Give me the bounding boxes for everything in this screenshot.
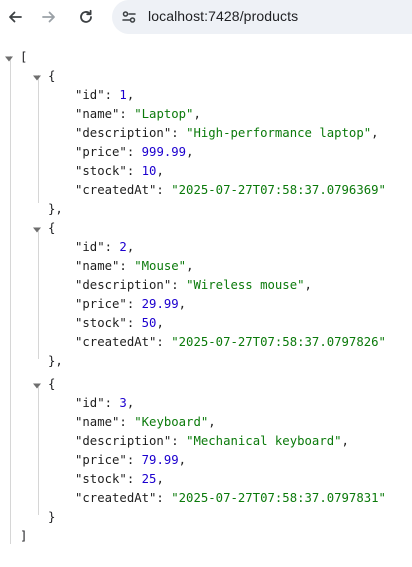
browser-toolbar: localhost:7428/products bbox=[0, 0, 412, 34]
json-row-stock: "stock": 50, bbox=[75, 314, 164, 333]
forward-button[interactable] bbox=[36, 4, 62, 30]
object-close-brace: }, bbox=[48, 354, 63, 368]
key-createdat: "createdAt": bbox=[75, 335, 172, 349]
object-close-brace: }, bbox=[48, 202, 63, 216]
back-button[interactable] bbox=[2, 4, 28, 30]
value-id: 1 bbox=[119, 88, 127, 102]
root-open-bracket: [ bbox=[20, 50, 28, 64]
key-stock: "stock": bbox=[75, 472, 142, 486]
json-row-description: "description": "Wireless mouse", bbox=[75, 276, 312, 295]
key-id: "id": bbox=[75, 240, 120, 254]
json-row-createdat: "createdAt": "2025-07-27T07:58:37.079636… bbox=[75, 181, 386, 200]
value-createdat: "2025-07-27T07:58:37.0797831" bbox=[171, 491, 386, 505]
value-description: "Wireless mouse" bbox=[186, 278, 305, 292]
json-viewer: [ { "id": 1, "name": "Laptop", "descript… bbox=[0, 36, 412, 567]
value-name: "Mouse" bbox=[134, 259, 187, 273]
json-row-id: "id": 1, bbox=[75, 86, 134, 105]
value-id: 2 bbox=[119, 240, 127, 254]
json-row-id: "id": 2, bbox=[75, 238, 134, 257]
object-close-brace: } bbox=[48, 510, 56, 524]
json-row-price: "price": 79.99, bbox=[75, 451, 186, 470]
key-name: "name": bbox=[75, 107, 135, 121]
value-stock: 10 bbox=[141, 164, 157, 178]
collapse-toggle-icon[interactable] bbox=[32, 73, 42, 83]
json-row-createdat: "createdAt": "2025-07-27T07:58:37.079783… bbox=[75, 489, 386, 508]
value-name: "Keyboard" bbox=[134, 415, 209, 429]
arrow-left-icon bbox=[9, 11, 22, 23]
value-name: "Laptop" bbox=[134, 107, 194, 121]
indent-guide bbox=[38, 75, 39, 203]
indent-guide bbox=[10, 56, 11, 544]
arrow-right-icon bbox=[42, 11, 55, 23]
key-id: "id": bbox=[75, 88, 120, 102]
comma: , bbox=[126, 88, 135, 102]
comma: , bbox=[126, 396, 135, 410]
key-price: "price": bbox=[75, 145, 142, 159]
key-createdat: "createdAt": bbox=[75, 491, 172, 505]
json-row-id: "id": 3, bbox=[75, 394, 134, 413]
json-row-stock: "stock": 10, bbox=[75, 162, 164, 181]
comma: , bbox=[156, 164, 164, 178]
key-description: "description": bbox=[75, 434, 187, 448]
value-price: 29.99 bbox=[141, 297, 179, 311]
key-price: "price": bbox=[75, 453, 142, 467]
indent-guide bbox=[38, 231, 39, 359]
json-row-price: "price": 999.99, bbox=[75, 143, 193, 162]
comma: , bbox=[186, 145, 194, 159]
comma: , bbox=[186, 259, 194, 273]
address-bar[interactable]: localhost:7428/products bbox=[112, 0, 412, 34]
key-stock: "stock": bbox=[75, 164, 142, 178]
key-id: "id": bbox=[75, 396, 120, 410]
collapse-toggle-icon[interactable] bbox=[32, 381, 42, 391]
value-price: 79.99 bbox=[141, 453, 179, 467]
comma: , bbox=[178, 453, 187, 467]
reload-button[interactable] bbox=[73, 4, 99, 30]
indent-guide bbox=[38, 387, 39, 515]
value-price: 999.99 bbox=[141, 145, 187, 159]
reload-icon bbox=[80, 9, 92, 23]
key-createdat: "createdAt": bbox=[75, 183, 172, 197]
comma: , bbox=[304, 278, 312, 292]
comma: , bbox=[208, 415, 216, 429]
object-open-brace: { bbox=[48, 221, 56, 235]
value-createdat: "2025-07-27T07:58:37.0797826" bbox=[171, 335, 386, 349]
value-stock: 50 bbox=[141, 316, 157, 330]
comma: , bbox=[178, 297, 187, 311]
json-row-name: "name": "Laptop", bbox=[75, 105, 201, 124]
object-open-brace: { bbox=[48, 377, 56, 391]
json-row-description: "description": "High-performance laptop"… bbox=[75, 124, 379, 143]
comma: , bbox=[341, 434, 349, 448]
value-stock: 25 bbox=[141, 472, 157, 486]
value-createdat: "2025-07-27T07:58:37.0796369" bbox=[171, 183, 386, 197]
json-row-stock: "stock": 25, bbox=[75, 470, 164, 489]
key-stock: "stock": bbox=[75, 316, 142, 330]
json-row-createdat: "createdAt": "2025-07-27T07:58:37.079782… bbox=[75, 333, 386, 352]
comma: , bbox=[156, 472, 164, 486]
value-description: "High-performance laptop" bbox=[186, 126, 372, 140]
value-description: "Mechanical keyboard" bbox=[186, 434, 342, 448]
value-id: 3 bbox=[119, 396, 127, 410]
root-close-bracket: ] bbox=[20, 529, 28, 543]
comma: , bbox=[126, 240, 135, 254]
json-row-description: "description": "Mechanical keyboard", bbox=[75, 432, 349, 451]
url-text[interactable]: localhost:7428/products bbox=[148, 8, 298, 24]
key-price: "price": bbox=[75, 297, 142, 311]
key-description: "description": bbox=[75, 126, 187, 140]
json-row-name: "name": "Keyboard", bbox=[75, 413, 216, 432]
key-name: "name": bbox=[75, 259, 135, 273]
comma: , bbox=[193, 107, 201, 121]
comma: , bbox=[156, 316, 164, 330]
json-row-name: "name": "Mouse", bbox=[75, 257, 193, 276]
collapse-toggle-icon[interactable] bbox=[4, 54, 14, 64]
collapse-toggle-icon[interactable] bbox=[32, 225, 42, 235]
site-settings-icon[interactable] bbox=[121, 9, 137, 25]
object-open-brace: { bbox=[48, 69, 56, 83]
key-name: "name": bbox=[75, 415, 135, 429]
key-description: "description": bbox=[75, 278, 187, 292]
json-row-price: "price": 29.99, bbox=[75, 295, 186, 314]
comma: , bbox=[371, 126, 379, 140]
